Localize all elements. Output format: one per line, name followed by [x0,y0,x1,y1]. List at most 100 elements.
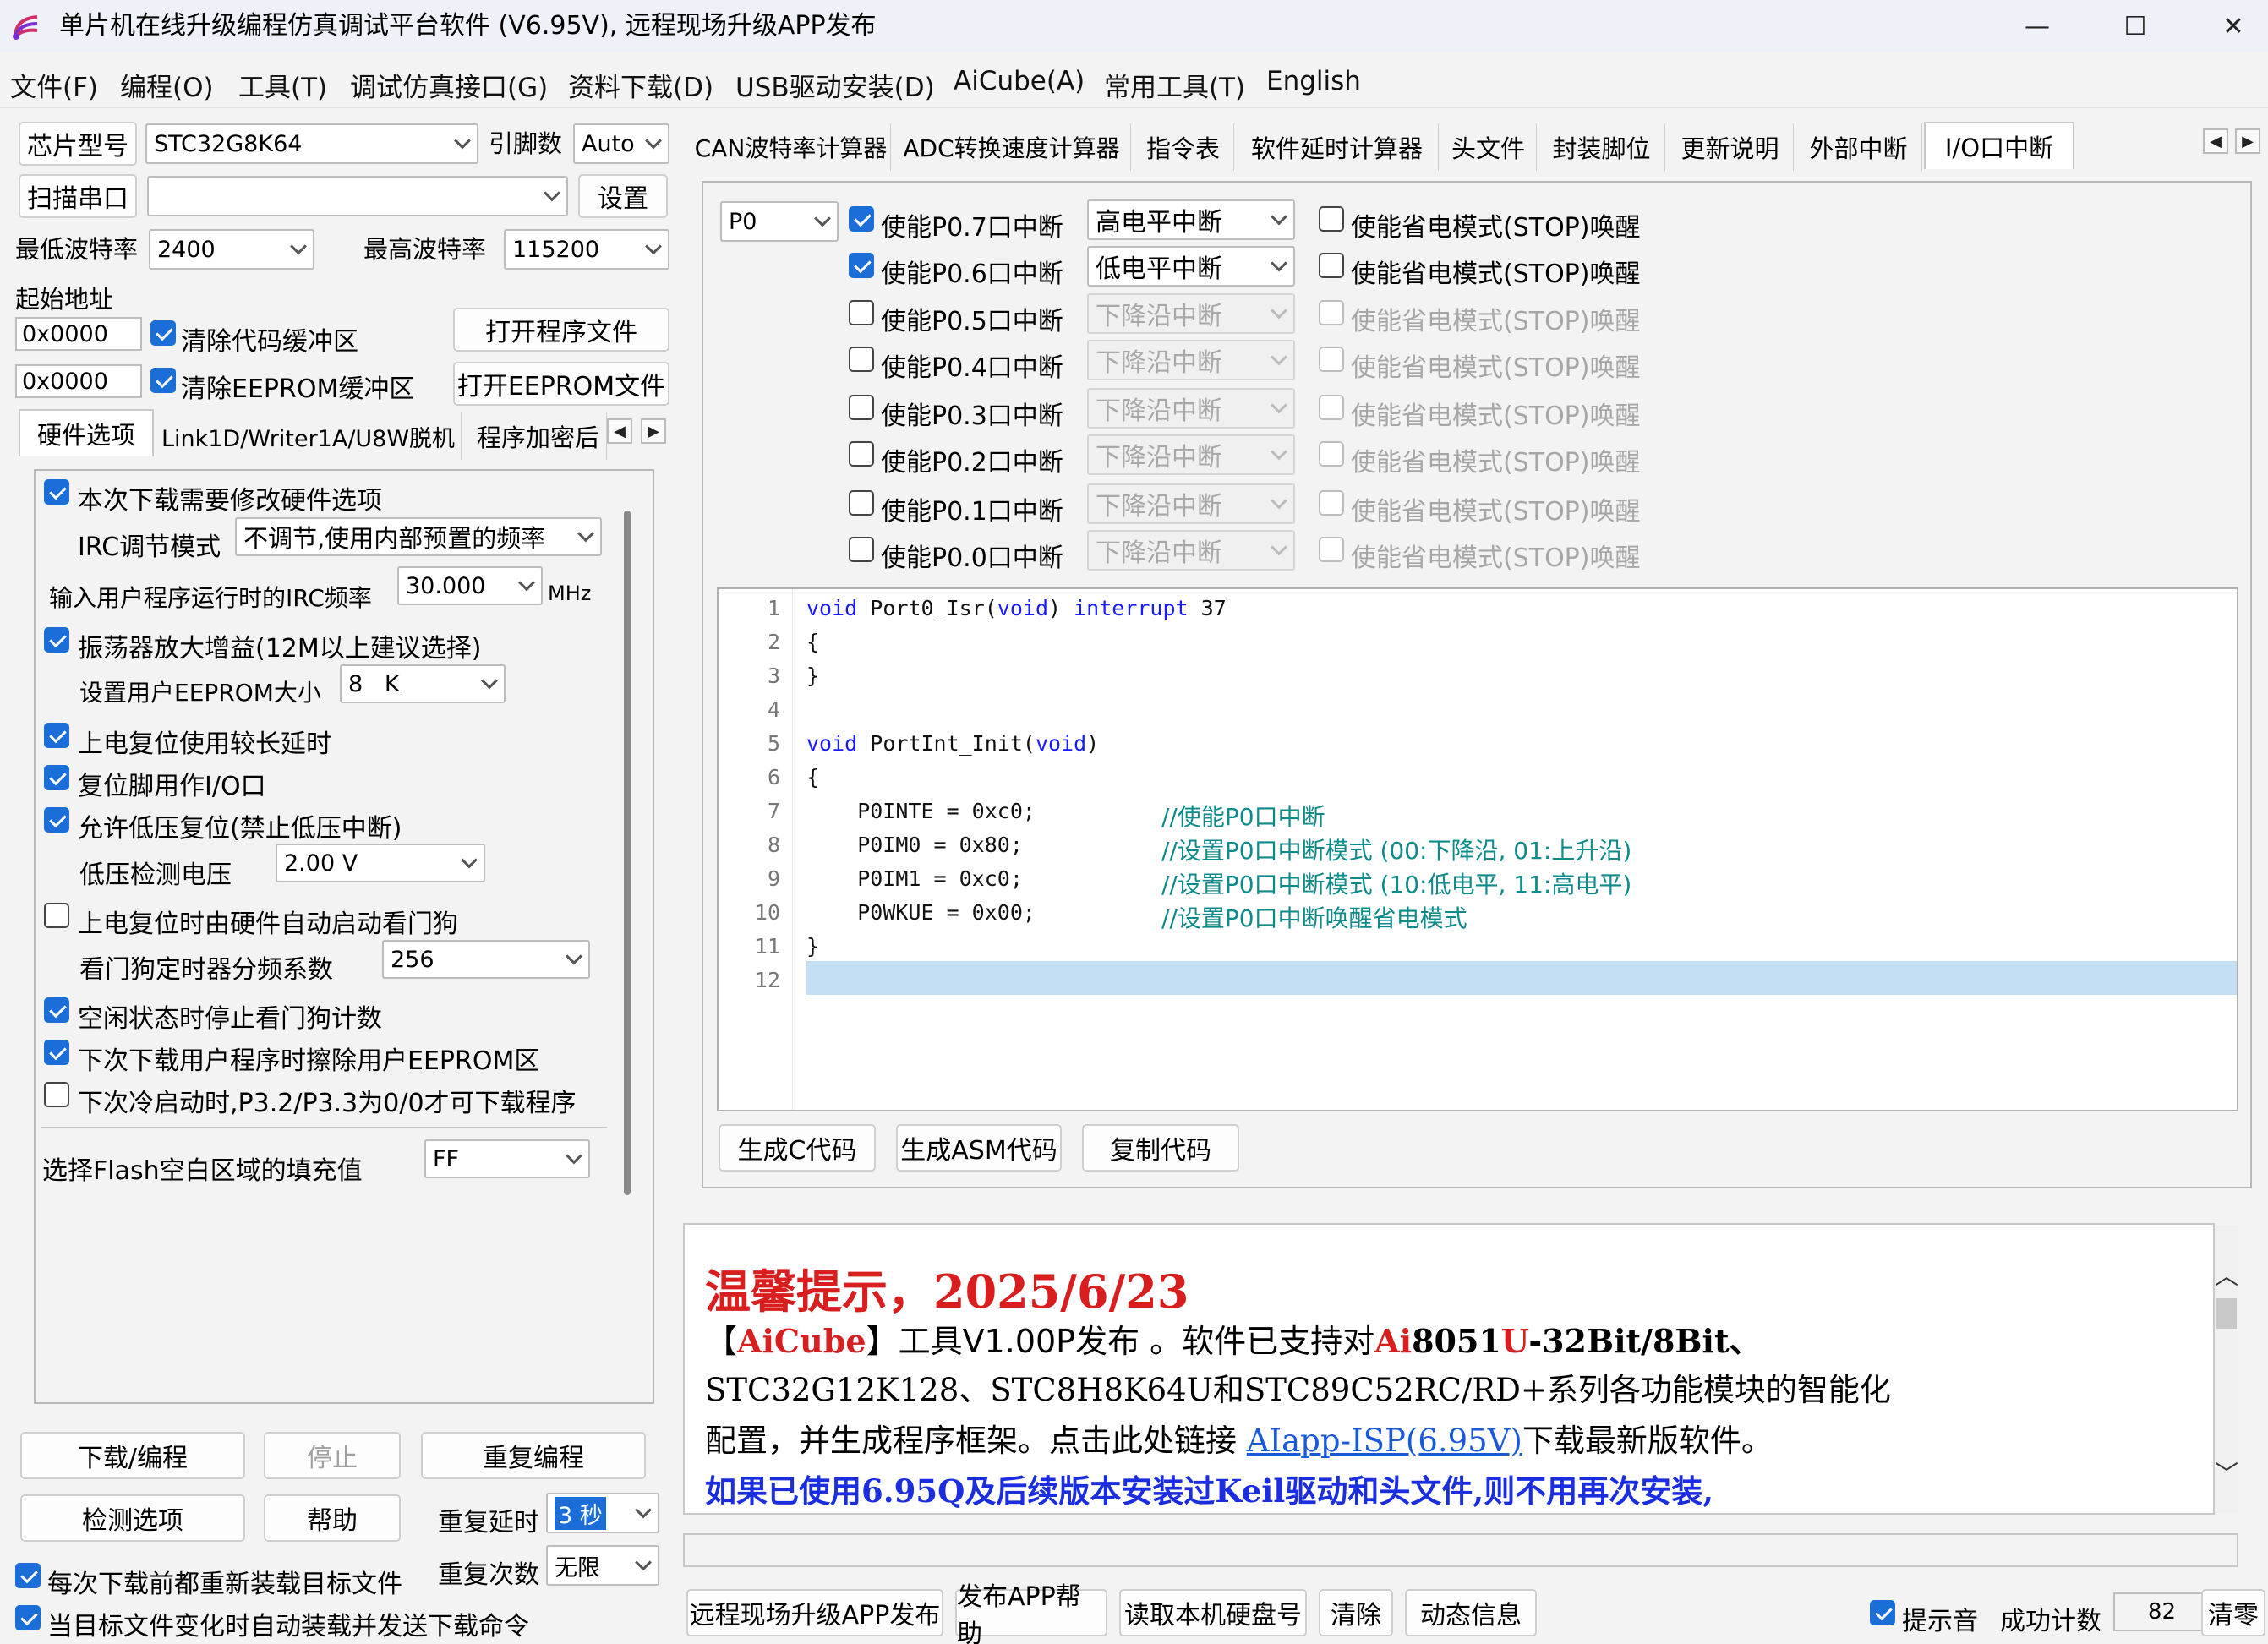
beep-checkbox[interactable] [1870,1600,1895,1625]
mode-p01-select[interactable]: 下降沿中断 [1087,483,1295,524]
settings-button[interactable]: 设置 [578,174,668,218]
enable-p06-checkbox[interactable] [849,253,874,278]
wake-p05-checkbox[interactable] [1319,300,1344,325]
clear-eeprom-checkbox[interactable] [150,368,176,393]
chip-type-button[interactable]: 芯片型号 [19,122,137,166]
tab-scroll-right-icon[interactable]: ▶ [641,418,666,444]
osc-gain-checkbox[interactable] [44,627,69,653]
irc-mode-select[interactable]: 不调节,使用内部预置的频率 [235,517,602,556]
menu-aicube[interactable]: AiCube(A) [954,66,1085,96]
min-baud-select[interactable]: 2400 [149,229,314,270]
chip-type-select[interactable]: STC32G8K64 [145,123,478,164]
idle-stop-wdt-checkbox[interactable] [44,997,69,1023]
tab-instruction-table[interactable]: 指令表 [1133,123,1234,171]
open-eeprom-button[interactable]: 打开EEPROM文件 [453,362,669,406]
hardware-options-scrollbar[interactable] [624,511,631,1195]
repeat-count-select[interactable]: 无限 [546,1545,659,1586]
tab-adc-speed[interactable]: ADC转换速度计算器 [893,123,1131,171]
wake-p02-checkbox[interactable] [1319,441,1344,467]
repeat-program-button[interactable]: 重复编程 [421,1432,646,1479]
tab-hardware-options[interactable]: 硬件选项 [19,409,154,456]
close-button[interactable]: ✕ [2184,0,2268,52]
eeprom-size-select[interactable]: 8 K [340,664,506,703]
help-button[interactable]: 帮助 [264,1494,401,1542]
generate-c-code-button[interactable]: 生成C代码 [719,1124,876,1172]
read-disk-id-button[interactable]: 读取本机硬盘号 [1119,1589,1307,1636]
open-program-button[interactable]: 打开程序文件 [453,308,669,352]
check-options-button[interactable]: 检测选项 [20,1494,245,1542]
remote-app-publish-button[interactable]: 远程现场升级APP发布 [686,1589,943,1636]
tab-scroll-left-icon[interactable]: ◀ [2203,128,2228,154]
max-baud-select[interactable]: 115200 [504,229,669,270]
menu-tools[interactable]: 工具(T) [238,66,327,104]
mode-p07-select[interactable]: 高电平中断 [1087,199,1295,240]
menu-usb-driver[interactable]: USB驱动安装(D) [735,66,935,104]
tab-header-files[interactable]: 头文件 [1440,123,1537,171]
download-program-button[interactable]: 下载/编程 [20,1432,245,1479]
app-help-button[interactable]: 发布APP帮助 [955,1582,1107,1644]
generate-asm-code-button[interactable]: 生成ASM代码 [896,1124,1062,1172]
reset-count-button[interactable]: 清零 [2201,1589,2265,1636]
repeat-delay-select[interactable]: 3 秒 [546,1493,659,1533]
dynamic-info-button[interactable]: 动态信息 [1405,1589,1537,1636]
tab-io-interrupt[interactable]: I/O口中断 [1924,122,2074,169]
pin-count-select[interactable]: Auto [573,123,669,164]
enable-p05-checkbox[interactable] [849,300,874,325]
scroll-down-icon[interactable]: ﹀ [2215,1456,2238,1489]
enable-p04-checkbox[interactable] [849,347,874,372]
low-voltage-reset-checkbox[interactable] [44,807,69,833]
menu-debug[interactable]: 调试仿真接口(G) [350,66,548,104]
maximize-button[interactable]: ☐ [2086,0,2184,52]
tab-link1d-offline[interactable]: Link1D/Writer1A/U8W脱机 [156,412,462,460]
erase-eeprom-checkbox[interactable] [44,1040,69,1065]
mode-p00-select[interactable]: 下降沿中断 [1087,530,1295,571]
clear-button[interactable]: 清除 [1319,1589,1393,1636]
menu-common-tools[interactable]: 常用工具(T) [1104,66,1245,104]
scroll-up-icon[interactable]: ︿ [2215,1258,2238,1292]
wake-p06-checkbox[interactable] [1319,253,1344,278]
scroll-thumb[interactable] [2216,1298,2237,1329]
enable-p00-checkbox[interactable] [849,537,874,562]
enable-p01-checkbox[interactable] [849,490,874,516]
code-start-address-input[interactable]: 0x0000 [15,317,142,351]
copy-code-button[interactable]: 复制代码 [1082,1124,1239,1172]
eeprom-start-address-input[interactable]: 0x0000 [15,364,142,398]
wake-p04-checkbox[interactable] [1319,347,1344,372]
wdt-divider-select[interactable]: 256 [382,940,590,979]
tab-delay-calculator[interactable]: 软件延时计算器 [1236,123,1439,171]
mode-p04-select[interactable]: 下降沿中断 [1087,340,1295,380]
tab-scroll-right-icon[interactable]: ▶ [2235,128,2260,154]
download-link[interactable]: AIapp-ISP(6.95V) [1247,1423,1522,1459]
menu-file[interactable]: 文件(F) [10,66,98,104]
long-reset-delay-checkbox[interactable] [44,723,69,748]
tab-package-pins[interactable]: 封装脚位 [1538,123,1665,171]
flash-fill-select[interactable]: FF [424,1139,590,1178]
wake-p03-checkbox[interactable] [1319,395,1344,420]
clear-code-checkbox[interactable] [150,320,176,346]
wdt-auto-start-checkbox[interactable] [44,903,69,928]
code-editor[interactable]: 1 2 3 4 5 6 7 8 9 10 11 12 void Port0_Is… [717,587,2238,1111]
irc-frequency-select[interactable]: 30.000 [397,566,543,605]
wake-p07-checkbox[interactable] [1319,206,1344,232]
mode-p06-select[interactable]: 低电平中断 [1087,246,1295,287]
reset-pin-io-checkbox[interactable] [44,765,69,790]
minimize-button[interactable]: — [1988,0,2086,52]
enable-p03-checkbox[interactable] [849,395,874,420]
enable-p02-checkbox[interactable] [849,441,874,467]
mode-p03-select[interactable]: 下降沿中断 [1087,388,1295,429]
wake-p01-checkbox[interactable] [1319,490,1344,516]
tab-scroll-left-icon[interactable]: ◀ [607,418,632,444]
p32-p33-checkbox[interactable] [44,1082,69,1107]
menu-program[interactable]: 编程(O) [120,66,214,104]
stop-button[interactable]: 停止 [264,1432,401,1479]
modify-hardware-checkbox[interactable] [44,479,69,505]
mode-p05-select[interactable]: 下降沿中断 [1087,293,1295,334]
port-select[interactable]: P0 [720,201,839,242]
low-voltage-select[interactable]: 2.00 V [276,844,485,882]
auto-reload-checkbox[interactable] [15,1605,41,1630]
tab-can-baud[interactable]: CAN波特率计算器 [691,123,891,171]
menu-download[interactable]: 资料下载(D) [568,66,713,104]
tab-program-encrypt[interactable]: 程序加密后 [463,412,607,460]
tab-external-interrupt[interactable]: 外部中断 [1795,123,1922,171]
reload-before-checkbox[interactable] [15,1563,41,1588]
